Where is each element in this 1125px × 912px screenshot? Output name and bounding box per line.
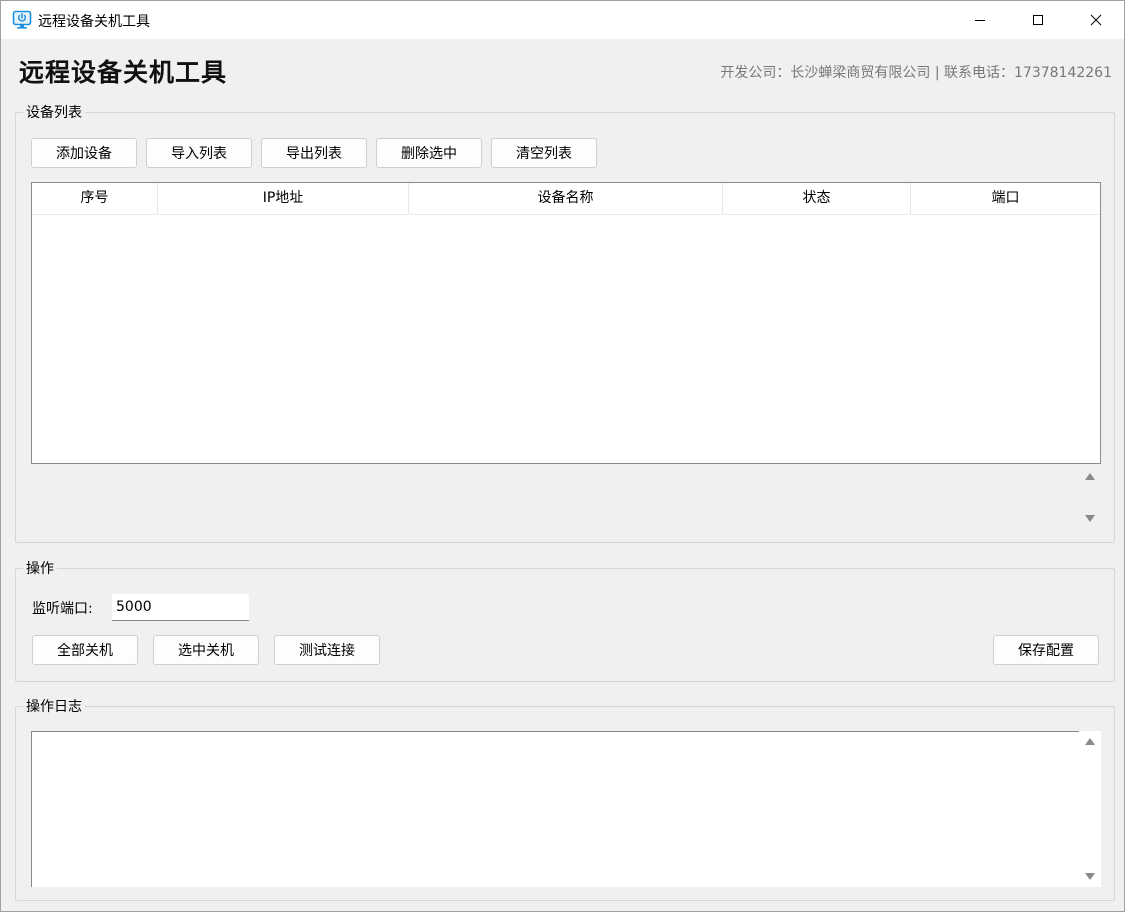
add-device-button[interactable]: 添加设备 — [31, 138, 137, 168]
log-scroll-down-icon[interactable] — [1083, 869, 1097, 883]
column-header-device-name[interactable]: 设备名称 — [409, 183, 723, 214]
shutdown-all-button[interactable]: 全部关机 — [32, 635, 138, 665]
scroll-up-icon[interactable] — [1083, 470, 1097, 484]
log-scroll-up-icon[interactable] — [1083, 735, 1097, 749]
window-title: 远程设备关机工具 — [38, 14, 150, 30]
column-header-port[interactable]: 端口 — [911, 183, 1100, 214]
minimize-button[interactable] — [951, 1, 1009, 39]
export-list-button[interactable]: 导出列表 — [261, 138, 367, 168]
minimize-icon — [974, 14, 986, 26]
monitor-power-icon — [12, 10, 32, 30]
column-header-index[interactable]: 序号 — [32, 183, 158, 214]
device-table-scrollbar[interactable] — [1080, 467, 1100, 529]
close-icon — [1090, 14, 1102, 26]
app-window: 远程设备关机工具 远程设备关机工具 开发公司：长沙蝉梁商贸有限公司 | 联系电话… — [0, 0, 1125, 912]
maximize-button[interactable] — [1009, 1, 1067, 39]
device-table-header: 序号 IP地址 设备名称 状态 端口 — [32, 183, 1100, 215]
clear-list-button[interactable]: 清空列表 — [491, 138, 597, 168]
app-heading: 远程设备关机工具 — [19, 58, 228, 87]
port-input[interactable] — [112, 594, 249, 621]
save-config-button[interactable]: 保存配置 — [993, 635, 1099, 665]
port-label: 监听端口: — [32, 601, 93, 617]
device-list-group-title: 设备列表 — [23, 102, 85, 122]
shutdown-selected-button[interactable]: 选中关机 — [153, 635, 259, 665]
scroll-down-icon[interactable] — [1083, 511, 1097, 525]
title-bar[interactable]: 远程设备关机工具 — [1, 1, 1124, 39]
import-list-button[interactable]: 导入列表 — [146, 138, 252, 168]
log-text-area[interactable] — [31, 731, 1079, 887]
device-table[interactable]: 序号 IP地址 设备名称 状态 端口 — [31, 182, 1101, 464]
operations-group-title: 操作 — [23, 558, 57, 578]
column-header-status[interactable]: 状态 — [723, 183, 911, 214]
close-button[interactable] — [1067, 1, 1124, 39]
log-scrollbar[interactable] — [1079, 731, 1101, 887]
delete-selected-button[interactable]: 删除选中 — [376, 138, 482, 168]
log-group-title: 操作日志 — [23, 696, 85, 716]
company-info: 开发公司：长沙蝉梁商贸有限公司 | 联系电话：17378142261 — [720, 65, 1112, 81]
maximize-icon — [1032, 14, 1044, 26]
column-header-ip[interactable]: IP地址 — [158, 183, 409, 214]
test-connection-button[interactable]: 测试连接 — [274, 635, 380, 665]
